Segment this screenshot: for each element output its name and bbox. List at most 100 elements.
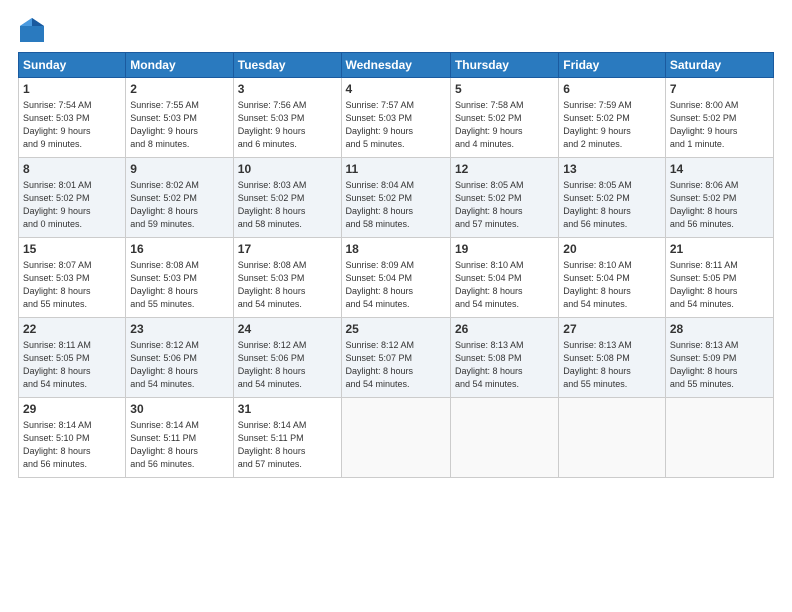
- col-thursday: Thursday: [450, 53, 558, 78]
- calendar-cell: 1Sunrise: 7:54 AM Sunset: 5:03 PM Daylig…: [19, 78, 126, 158]
- day-info: Sunrise: 8:13 AM Sunset: 5:09 PM Dayligh…: [670, 339, 769, 391]
- col-monday: Monday: [126, 53, 233, 78]
- calendar-week-5: 29Sunrise: 8:14 AM Sunset: 5:10 PM Dayli…: [19, 398, 774, 478]
- day-number: 29: [23, 401, 121, 418]
- day-info: Sunrise: 8:05 AM Sunset: 5:02 PM Dayligh…: [455, 179, 554, 231]
- day-number: 10: [238, 161, 337, 178]
- day-number: 16: [130, 241, 228, 258]
- day-number: 19: [455, 241, 554, 258]
- day-number: 13: [563, 161, 661, 178]
- day-number: 5: [455, 81, 554, 98]
- day-number: 21: [670, 241, 769, 258]
- day-number: 2: [130, 81, 228, 98]
- day-info: Sunrise: 8:07 AM Sunset: 5:03 PM Dayligh…: [23, 259, 121, 311]
- day-info: Sunrise: 8:10 AM Sunset: 5:04 PM Dayligh…: [563, 259, 661, 311]
- col-saturday: Saturday: [665, 53, 773, 78]
- calendar-cell: 26Sunrise: 8:13 AM Sunset: 5:08 PM Dayli…: [450, 318, 558, 398]
- calendar-week-1: 1Sunrise: 7:54 AM Sunset: 5:03 PM Daylig…: [19, 78, 774, 158]
- day-number: 24: [238, 321, 337, 338]
- day-info: Sunrise: 7:59 AM Sunset: 5:02 PM Dayligh…: [563, 99, 661, 151]
- calendar-cell: 9Sunrise: 8:02 AM Sunset: 5:02 PM Daylig…: [126, 158, 233, 238]
- calendar-header-row: Sunday Monday Tuesday Wednesday Thursday…: [19, 53, 774, 78]
- calendar-cell: 24Sunrise: 8:12 AM Sunset: 5:06 PM Dayli…: [233, 318, 341, 398]
- day-info: Sunrise: 8:09 AM Sunset: 5:04 PM Dayligh…: [346, 259, 446, 311]
- col-friday: Friday: [559, 53, 666, 78]
- calendar-week-3: 15Sunrise: 8:07 AM Sunset: 5:03 PM Dayli…: [19, 238, 774, 318]
- day-number: 15: [23, 241, 121, 258]
- calendar-cell: 11Sunrise: 8:04 AM Sunset: 5:02 PM Dayli…: [341, 158, 450, 238]
- col-tuesday: Tuesday: [233, 53, 341, 78]
- calendar-cell: 10Sunrise: 8:03 AM Sunset: 5:02 PM Dayli…: [233, 158, 341, 238]
- day-info: Sunrise: 7:55 AM Sunset: 5:03 PM Dayligh…: [130, 99, 228, 151]
- day-number: 22: [23, 321, 121, 338]
- day-info: Sunrise: 8:06 AM Sunset: 5:02 PM Dayligh…: [670, 179, 769, 231]
- day-number: 17: [238, 241, 337, 258]
- calendar-cell: 23Sunrise: 8:12 AM Sunset: 5:06 PM Dayli…: [126, 318, 233, 398]
- day-number: 26: [455, 321, 554, 338]
- day-info: Sunrise: 8:02 AM Sunset: 5:02 PM Dayligh…: [130, 179, 228, 231]
- day-number: 9: [130, 161, 228, 178]
- calendar-cell: 19Sunrise: 8:10 AM Sunset: 5:04 PM Dayli…: [450, 238, 558, 318]
- day-info: Sunrise: 8:01 AM Sunset: 5:02 PM Dayligh…: [23, 179, 121, 231]
- day-number: 31: [238, 401, 337, 418]
- calendar-cell: 13Sunrise: 8:05 AM Sunset: 5:02 PM Dayli…: [559, 158, 666, 238]
- calendar-cell: [450, 398, 558, 478]
- day-info: Sunrise: 7:57 AM Sunset: 5:03 PM Dayligh…: [346, 99, 446, 151]
- day-number: 11: [346, 161, 446, 178]
- day-number: 18: [346, 241, 446, 258]
- day-info: Sunrise: 8:14 AM Sunset: 5:11 PM Dayligh…: [130, 419, 228, 471]
- day-number: 1: [23, 81, 121, 98]
- day-info: Sunrise: 8:11 AM Sunset: 5:05 PM Dayligh…: [670, 259, 769, 311]
- calendar-cell: [559, 398, 666, 478]
- day-info: Sunrise: 8:10 AM Sunset: 5:04 PM Dayligh…: [455, 259, 554, 311]
- day-info: Sunrise: 8:03 AM Sunset: 5:02 PM Dayligh…: [238, 179, 337, 231]
- logo: [18, 16, 50, 44]
- calendar-cell: 16Sunrise: 8:08 AM Sunset: 5:03 PM Dayli…: [126, 238, 233, 318]
- day-info: Sunrise: 8:14 AM Sunset: 5:10 PM Dayligh…: [23, 419, 121, 471]
- calendar-week-4: 22Sunrise: 8:11 AM Sunset: 5:05 PM Dayli…: [19, 318, 774, 398]
- calendar-cell: 14Sunrise: 8:06 AM Sunset: 5:02 PM Dayli…: [665, 158, 773, 238]
- day-info: Sunrise: 8:08 AM Sunset: 5:03 PM Dayligh…: [238, 259, 337, 311]
- day-info: Sunrise: 8:12 AM Sunset: 5:07 PM Dayligh…: [346, 339, 446, 391]
- logo-icon: [18, 16, 46, 44]
- day-info: Sunrise: 8:04 AM Sunset: 5:02 PM Dayligh…: [346, 179, 446, 231]
- calendar-cell: [665, 398, 773, 478]
- calendar-cell: 27Sunrise: 8:13 AM Sunset: 5:08 PM Dayli…: [559, 318, 666, 398]
- col-wednesday: Wednesday: [341, 53, 450, 78]
- calendar-cell: 31Sunrise: 8:14 AM Sunset: 5:11 PM Dayli…: [233, 398, 341, 478]
- day-info: Sunrise: 8:05 AM Sunset: 5:02 PM Dayligh…: [563, 179, 661, 231]
- day-number: 12: [455, 161, 554, 178]
- day-number: 3: [238, 81, 337, 98]
- calendar-cell: 22Sunrise: 8:11 AM Sunset: 5:05 PM Dayli…: [19, 318, 126, 398]
- day-info: Sunrise: 8:13 AM Sunset: 5:08 PM Dayligh…: [455, 339, 554, 391]
- day-number: 25: [346, 321, 446, 338]
- day-number: 7: [670, 81, 769, 98]
- day-info: Sunrise: 8:12 AM Sunset: 5:06 PM Dayligh…: [130, 339, 228, 391]
- day-info: Sunrise: 8:13 AM Sunset: 5:08 PM Dayligh…: [563, 339, 661, 391]
- calendar-cell: 28Sunrise: 8:13 AM Sunset: 5:09 PM Dayli…: [665, 318, 773, 398]
- day-info: Sunrise: 7:56 AM Sunset: 5:03 PM Dayligh…: [238, 99, 337, 151]
- col-sunday: Sunday: [19, 53, 126, 78]
- day-number: 8: [23, 161, 121, 178]
- day-number: 20: [563, 241, 661, 258]
- day-info: Sunrise: 8:11 AM Sunset: 5:05 PM Dayligh…: [23, 339, 121, 391]
- calendar-cell: 2Sunrise: 7:55 AM Sunset: 5:03 PM Daylig…: [126, 78, 233, 158]
- day-info: Sunrise: 8:00 AM Sunset: 5:02 PM Dayligh…: [670, 99, 769, 151]
- calendar-cell: 6Sunrise: 7:59 AM Sunset: 5:02 PM Daylig…: [559, 78, 666, 158]
- calendar-cell: 30Sunrise: 8:14 AM Sunset: 5:11 PM Dayli…: [126, 398, 233, 478]
- calendar-cell: 5Sunrise: 7:58 AM Sunset: 5:02 PM Daylig…: [450, 78, 558, 158]
- calendar-cell: 25Sunrise: 8:12 AM Sunset: 5:07 PM Dayli…: [341, 318, 450, 398]
- calendar-week-2: 8Sunrise: 8:01 AM Sunset: 5:02 PM Daylig…: [19, 158, 774, 238]
- calendar-cell: 12Sunrise: 8:05 AM Sunset: 5:02 PM Dayli…: [450, 158, 558, 238]
- day-info: Sunrise: 7:54 AM Sunset: 5:03 PM Dayligh…: [23, 99, 121, 151]
- day-number: 30: [130, 401, 228, 418]
- day-number: 4: [346, 81, 446, 98]
- calendar-cell: 4Sunrise: 7:57 AM Sunset: 5:03 PM Daylig…: [341, 78, 450, 158]
- day-number: 23: [130, 321, 228, 338]
- day-info: Sunrise: 8:12 AM Sunset: 5:06 PM Dayligh…: [238, 339, 337, 391]
- day-number: 28: [670, 321, 769, 338]
- calendar-cell: 3Sunrise: 7:56 AM Sunset: 5:03 PM Daylig…: [233, 78, 341, 158]
- header: [18, 16, 774, 44]
- day-info: Sunrise: 7:58 AM Sunset: 5:02 PM Dayligh…: [455, 99, 554, 151]
- calendar-cell: 17Sunrise: 8:08 AM Sunset: 5:03 PM Dayli…: [233, 238, 341, 318]
